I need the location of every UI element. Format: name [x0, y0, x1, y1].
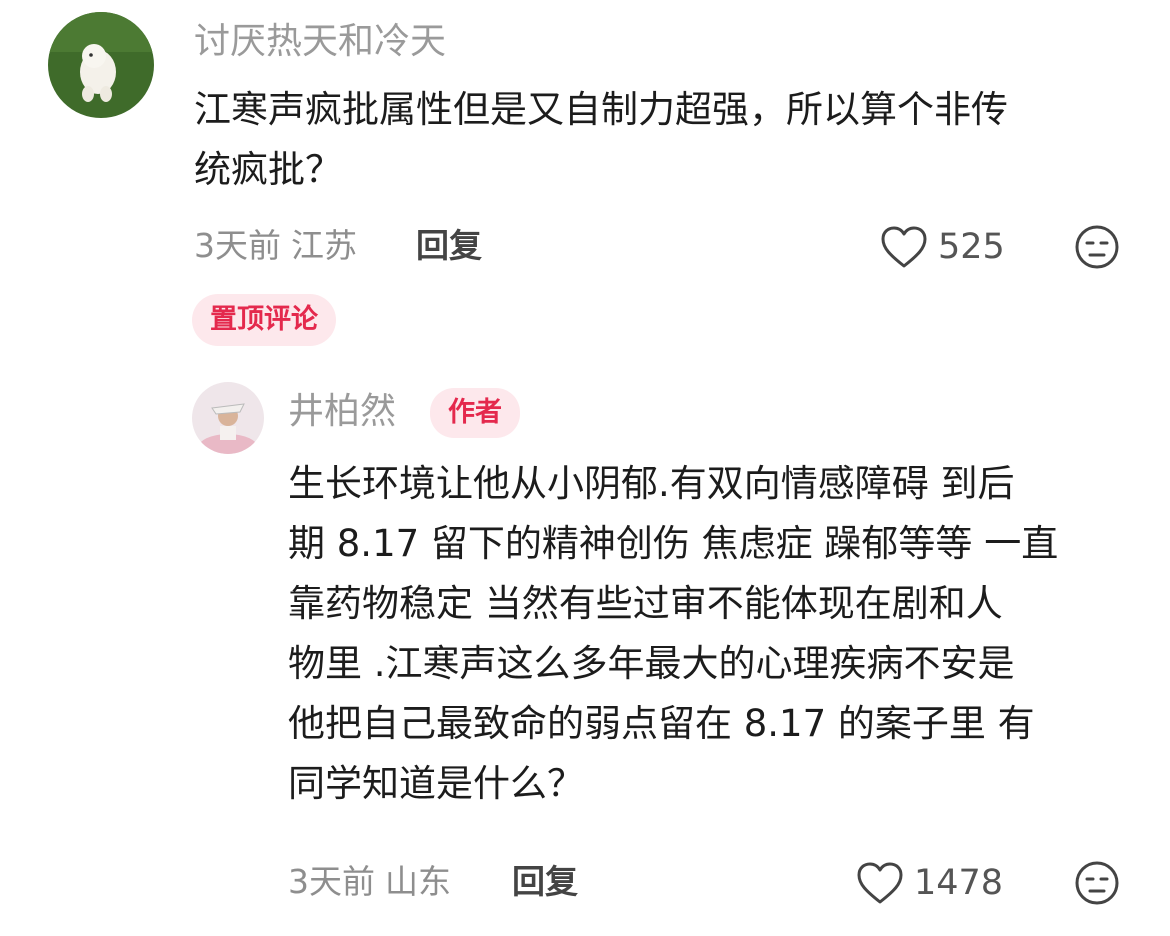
- reply-button[interactable]: 回复: [416, 224, 482, 268]
- author-username[interactable]: 井柏然: [288, 390, 396, 434]
- neutral-face-icon: [1075, 225, 1119, 269]
- commenter-avatar[interactable]: [48, 12, 154, 118]
- reply-reply-button[interactable]: 回复: [512, 860, 578, 904]
- reply-body: 生长环境让他从小阴郁.有双向情感障碍 到后 期 8.17 留下的精神创伤 焦虑症…: [288, 454, 1058, 814]
- reply-time: 3天前: [288, 862, 375, 901]
- reply-line: 物里 .江寒声这么多年最大的心理疾病不安是: [288, 642, 1015, 685]
- reply-dislike-button[interactable]: [1074, 860, 1120, 906]
- like-count: 525: [938, 227, 1005, 267]
- author-avatar[interactable]: [192, 382, 264, 454]
- comment-location: 江苏: [291, 226, 357, 265]
- heart-outline-icon: [881, 226, 927, 268]
- comment-time: 3天前: [194, 226, 281, 265]
- dislike-button[interactable]: [1074, 224, 1120, 270]
- reply-like-count: 1478: [914, 863, 1004, 903]
- heart-outline-icon: [857, 862, 903, 904]
- reply-line: 生长环境让他从小阴郁.有双向情感障碍 到后: [288, 462, 1015, 505]
- neutral-face-icon: [1075, 861, 1119, 905]
- like-button[interactable]: 525: [880, 222, 1005, 272]
- reply-line: 靠药物稳定 当然有些过审不能体现在剧和人: [288, 582, 1003, 625]
- author-badge: 作者: [430, 388, 520, 438]
- reply-line: 他把自己最致命的弱点留在 8.17 的案子里 有: [288, 702, 1035, 745]
- reply-line: 同学知道是什么？: [288, 762, 584, 805]
- comment-line: 江寒声疯批属性但是又自制力超强，所以算个非传: [194, 88, 1008, 131]
- comment-body: 江寒声疯批属性但是又自制力超强，所以算个非传 统疯批？: [194, 80, 1008, 200]
- pinned-comment-badge: 置顶评论: [192, 294, 336, 346]
- comment-line: 统疯批？: [194, 148, 342, 191]
- reply-line: 期 8.17 留下的精神创伤 焦虑症 躁郁等等 一直: [288, 522, 1059, 565]
- reply-location: 山东: [385, 862, 451, 901]
- reply-meta: 3天前 山东: [288, 860, 451, 904]
- reply-like-button[interactable]: 1478: [856, 858, 1003, 908]
- commenter-username[interactable]: 讨厌热天和冷天: [194, 20, 446, 64]
- comment-meta: 3天前 江苏: [194, 224, 357, 268]
